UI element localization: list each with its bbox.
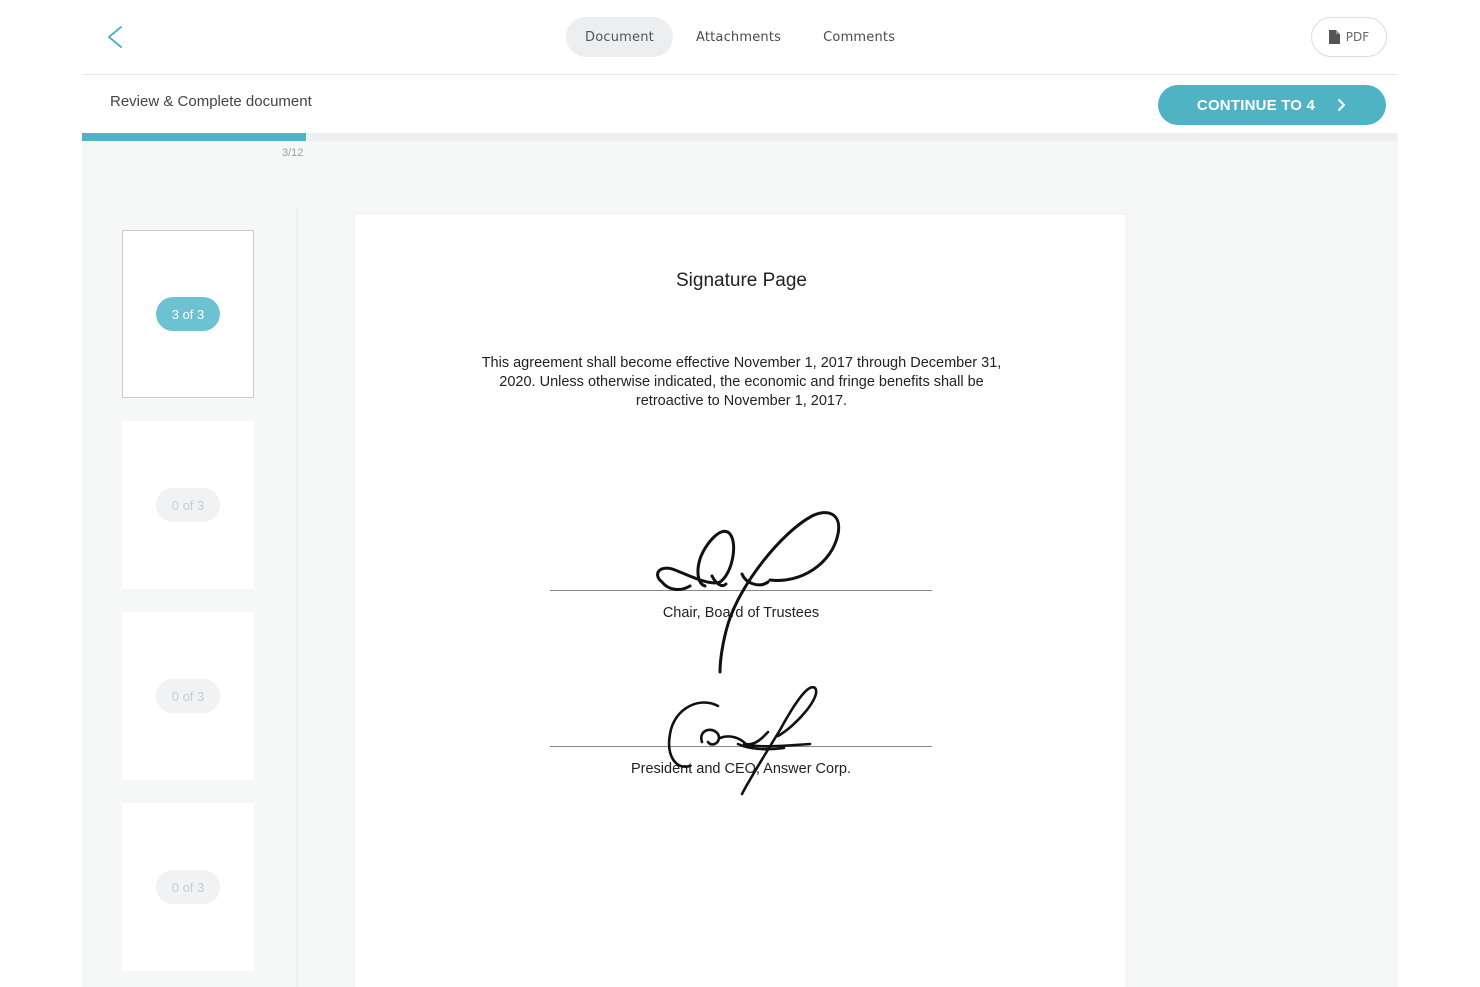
continue-label: CONTINUE TO 4 — [1196, 96, 1316, 114]
pdf-button[interactable]: PDF — [1311, 17, 1387, 57]
pdf-label: PDF — [1345, 30, 1370, 44]
document-body: This agreement shall become effective No… — [481, 355, 1002, 409]
top-navigation: Document Attachments Comments PDF — [0, 0, 1480, 74]
page-title: Review & Complete document — [110, 93, 312, 110]
thumbnail-badge: 0 of 3 — [155, 870, 221, 904]
document-page: Signature Page This agreement shall beco… — [354, 213, 1127, 987]
document-title: Signature Page — [676, 270, 807, 291]
signature-ceo — [667, 686, 818, 796]
thumbnail-page-1[interactable]: 3 of 3 — [122, 230, 254, 398]
chevron-right-icon — [1338, 99, 1346, 111]
signature-chair — [656, 511, 841, 674]
tab-comments[interactable]: Comments — [804, 17, 914, 57]
chevron-left-icon — [108, 26, 122, 48]
app-window: Document Attachments Comments PDF Review… — [0, 0, 1480, 987]
thumbnail-badge: 3 of 3 — [155, 297, 221, 331]
continue-button[interactable]: CONTINUE TO 4 — [1158, 85, 1386, 125]
thumbnail-page-3[interactable]: 0 of 3 — [122, 612, 254, 780]
back-button[interactable] — [100, 22, 130, 52]
thumbnail-badge: 0 of 3 — [155, 488, 221, 522]
progress-label: 3/12 — [282, 147, 304, 159]
progress-fill — [82, 133, 306, 141]
file-icon — [1328, 30, 1340, 44]
thumbnail-page-2[interactable]: 0 of 3 — [122, 421, 254, 589]
document-workspace: Review & Complete document CONTINUE TO 4… — [82, 74, 1398, 987]
thumbnail-page-4[interactable]: 0 of 3 — [122, 803, 254, 971]
progress-bar — [82, 133, 1398, 141]
view-tabs: Document Attachments Comments — [566, 17, 914, 57]
tab-attachments[interactable]: Attachments — [677, 17, 800, 57]
sidebar-divider — [296, 208, 298, 987]
tab-document[interactable]: Document — [566, 17, 673, 57]
thumbnail-badge: 0 of 3 — [155, 679, 221, 713]
document-header: Review & Complete document CONTINUE TO 4 — [82, 75, 1398, 133]
